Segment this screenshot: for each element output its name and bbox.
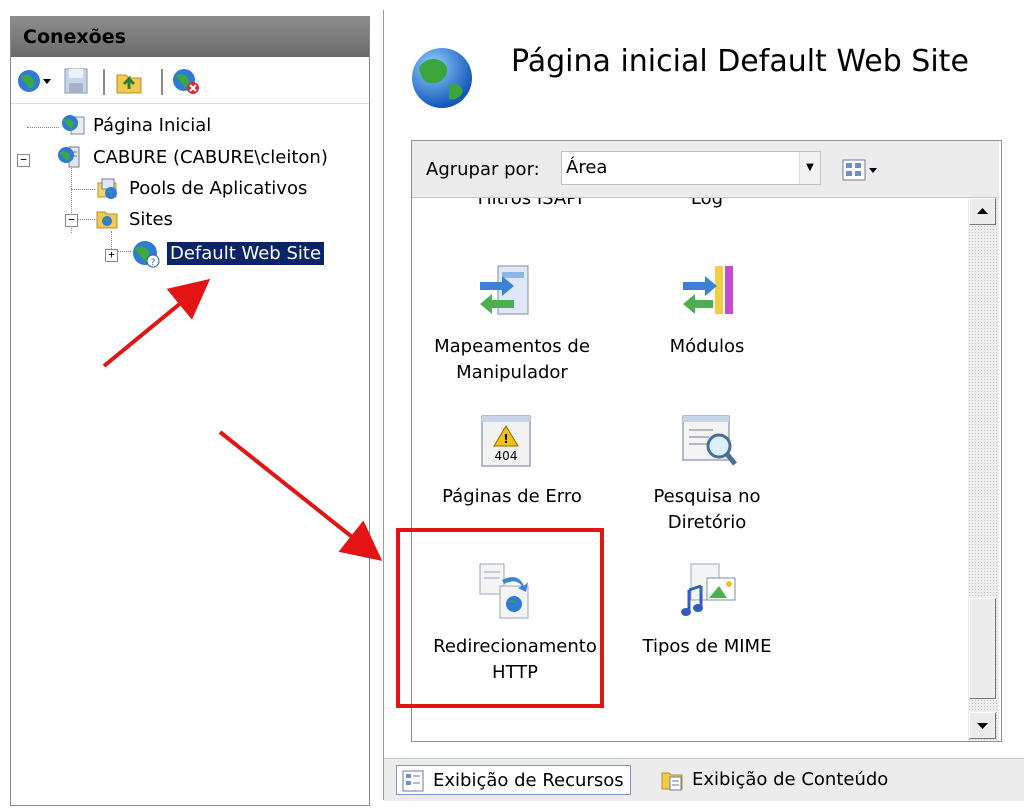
view-tabs-bar: Exibição de Recursos Exibição de Conteúd… <box>384 758 1024 801</box>
feature-mime-types-label[interactable]: Tipos de MIME <box>637 634 777 660</box>
tree-item-server[interactable]: CABURE (CABURE\cleiton) <box>93 147 328 168</box>
tree-item-start-page[interactable]: Página Inicial <box>93 115 211 136</box>
tree-item-app-pools[interactable]: Pools de Aplicativos <box>129 178 307 199</box>
svg-text:?: ? <box>151 258 156 268</box>
connections-header: Conexões <box>11 17 369 57</box>
features-scrollbar[interactable] <box>968 198 999 741</box>
save-icon[interactable] <box>63 67 89 95</box>
start-page-icon <box>62 115 85 135</box>
tree-line <box>71 189 95 190</box>
connections-pane: Conexões Página Inicial − CABURE (CABURE… <box>10 16 370 806</box>
feature-handler-mappings-label[interactable]: Mapeamentos de Manipulador <box>432 334 592 386</box>
tab-content-view[interactable]: Exibição de Conteúdo <box>656 765 888 795</box>
tab-content-label: Exibição de Conteúdo <box>692 769 889 790</box>
feature-directory-browsing-label[interactable]: Pesquisa no Diretório <box>637 484 777 536</box>
mime-types-icon[interactable] <box>677 560 741 624</box>
toolbar-separator <box>161 69 163 95</box>
delete-connection-icon[interactable] <box>171 67 201 95</box>
connections-toolbar <box>11 59 369 104</box>
up-level-icon[interactable] <box>115 67 143 95</box>
feature-isapi-filters[interactable]: Filtros ISAPI <box>460 198 600 212</box>
toolbar-separator <box>103 69 105 95</box>
tree-item-default-site[interactable]: Default Web Site <box>167 242 325 265</box>
group-by-select[interactable]: Área ▼ <box>561 151 821 185</box>
collapse-server-toggle[interactable]: − <box>17 154 30 167</box>
modules-icon[interactable] <box>677 260 741 324</box>
feature-log[interactable]: Log <box>657 198 757 212</box>
scroll-down-button[interactable] <box>969 712 996 739</box>
group-by-label: Agrupar por: <box>426 159 540 180</box>
site-globe-icon <box>412 48 472 108</box>
tree-line <box>27 127 59 128</box>
content-view-icon <box>661 772 683 791</box>
error-404-badge: 404 <box>495 449 518 463</box>
view-mode-icon[interactable] <box>842 159 878 181</box>
scroll-down-arrow-icon <box>977 723 988 729</box>
application-pools-icon <box>97 178 117 199</box>
collapse-sites-toggle[interactable]: − <box>65 214 78 227</box>
page-title: Página inicial Default Web Site <box>511 44 969 79</box>
handler-mappings-icon[interactable] <box>474 260 538 324</box>
error-pages-icon[interactable]: ! 404 <box>474 410 538 474</box>
features-view-icon <box>402 770 424 792</box>
svg-text:!: ! <box>503 432 508 446</box>
tree-line <box>117 251 131 252</box>
website-globe-icon: ? <box>133 241 160 268</box>
connect-icon[interactable] <box>17 67 53 95</box>
scroll-thumb[interactable] <box>969 598 996 699</box>
sites-folder-icon <box>96 211 118 229</box>
dropdown-arrow-icon[interactable]: ▼ <box>799 152 820 184</box>
tab-features-label: Exibição de Recursos <box>433 770 624 791</box>
feature-error-pages-label[interactable]: Páginas de Erro <box>432 484 592 510</box>
feature-handler-mappings-text: Mapeamentos de Manipulador <box>434 336 590 383</box>
highlight-box-annotation <box>396 528 604 708</box>
tree-item-sites[interactable]: Sites <box>129 209 173 230</box>
directory-browsing-icon[interactable] <box>677 410 741 474</box>
server-icon <box>58 146 80 168</box>
group-by-bar: Agrupar por: Área ▼ <box>412 141 999 198</box>
scroll-up-button[interactable] <box>969 198 996 225</box>
feature-directory-browsing-text: Pesquisa no Diretório <box>653 486 761 533</box>
feature-modules-label[interactable]: Módulos <box>657 334 757 360</box>
tab-features-view[interactable]: Exibição de Recursos <box>396 765 631 795</box>
scroll-up-arrow-icon <box>977 208 988 214</box>
group-by-value: Área <box>566 157 608 178</box>
tree-line <box>77 219 95 220</box>
expand-default-site-toggle[interactable]: + <box>105 249 118 262</box>
